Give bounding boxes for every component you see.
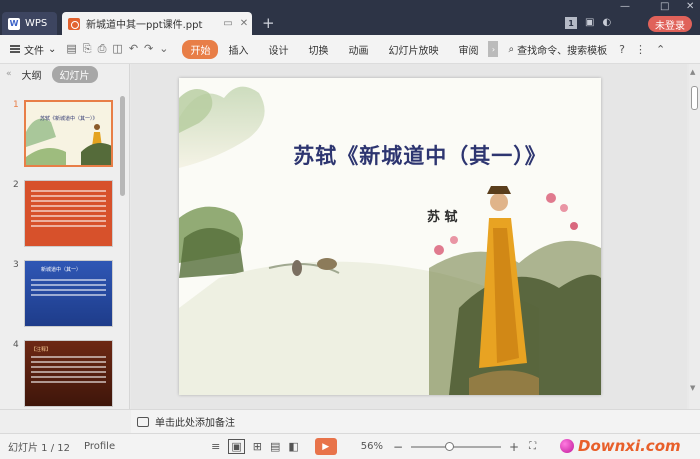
fit-window-icon[interactable]: ⛶ bbox=[529, 441, 536, 452]
play-slideshow-button[interactable]: ▶ bbox=[314, 438, 337, 455]
slide-canvas: 苏轼《新城道中（其一）》 苏 轼 bbox=[131, 64, 687, 409]
collapse-panel-icon[interactable]: « bbox=[6, 69, 12, 79]
tab-wps-home[interactable]: W WPS bbox=[2, 12, 57, 35]
print-icon[interactable]: ⎙ bbox=[98, 42, 107, 56]
thumbnail-caption: 【注释】 bbox=[31, 347, 52, 353]
thumbnail-image: 苏轼《新城道中（其一）》 bbox=[24, 100, 113, 167]
reading-view-icon[interactable]: ▤ bbox=[270, 440, 280, 453]
tab-slides[interactable]: 幻灯片 bbox=[51, 65, 98, 83]
hamburger-icon bbox=[10, 45, 20, 53]
new-tab-button[interactable]: + bbox=[262, 14, 275, 32]
print-preview-icon[interactable]: ◫ bbox=[112, 42, 122, 56]
thumbnail-image bbox=[24, 180, 113, 247]
thumbnail-number: 3 bbox=[13, 260, 19, 270]
close-tab-icon[interactable]: ✕ bbox=[236, 18, 252, 29]
slide-author[interactable]: 苏 轼 bbox=[427, 206, 458, 225]
zoom-out-button[interactable]: − bbox=[393, 440, 403, 454]
ppt-file-icon bbox=[68, 17, 80, 30]
login-button[interactable]: 未登录 bbox=[648, 16, 692, 32]
help-icon[interactable]: ? bbox=[619, 43, 625, 56]
title-bar: W WPS 新城道中其一ppt课件.ppt ▭ ✕ + — □ ✕ 1 ▣ ◐ … bbox=[0, 0, 700, 35]
watermark: Downxi.com bbox=[560, 434, 700, 458]
document-tab-title: 新城道中其一ppt课件.ppt bbox=[86, 20, 203, 31]
zoom-level[interactable]: 56% bbox=[361, 441, 383, 452]
slide-thumbnail-panel: « 大纲 幻灯片 1 苏轼《新城道中（其一）》 2 3 新城道中（其一） 4 【… bbox=[0, 64, 130, 427]
tab-outline[interactable]: 大纲 bbox=[22, 67, 42, 82]
more-options-icon[interactable]: ⋮ bbox=[635, 43, 646, 56]
slide-background-painting bbox=[179, 78, 601, 395]
panel-footer bbox=[0, 409, 131, 433]
undo-icon[interactable]: ↶ bbox=[129, 42, 138, 56]
export-icon[interactable]: ⎘ bbox=[83, 42, 92, 56]
file-menu-label: 文件 bbox=[24, 45, 44, 57]
ribbon-toolbar: 文件 ⌄ ▤ ⎘ ⎙ ◫ ↶ ↷ ⌄ 开始 插入 设计 切换 动画 幻灯片放映 … bbox=[0, 35, 700, 64]
thumbnail-number: 4 bbox=[13, 340, 19, 350]
tab-design[interactable]: 设计 bbox=[258, 42, 298, 57]
notes-icon bbox=[137, 416, 149, 427]
wps-logo-icon: W bbox=[8, 17, 20, 30]
thumbnail-caption: 新城道中（其一） bbox=[41, 267, 82, 273]
tab-animations[interactable]: 动画 bbox=[338, 42, 378, 57]
command-search[interactable]: ⌕ 查找命令、搜索模板 bbox=[508, 42, 607, 57]
slide-counter: 幻灯片 1 / 12 bbox=[8, 443, 70, 454]
zoom-in-button[interactable]: + bbox=[509, 440, 519, 454]
redo-icon[interactable]: ↷ bbox=[144, 42, 153, 56]
save-icon[interactable]: ▤ bbox=[66, 42, 76, 56]
thumbnail-number: 1 bbox=[13, 100, 19, 110]
presenter-view-icon[interactable]: ◧ bbox=[288, 440, 298, 453]
skin-icon[interactable]: ▣ bbox=[585, 17, 594, 29]
slide-sorter-icon[interactable]: ⊞ bbox=[253, 440, 262, 453]
collapse-ribbon-icon[interactable]: ⌃ bbox=[656, 43, 665, 56]
current-slide[interactable]: 苏轼《新城道中（其一）》 苏 轼 bbox=[179, 78, 601, 395]
close-window-icon[interactable]: ✕ bbox=[686, 1, 694, 12]
ribbon-scroll-right-icon[interactable]: › bbox=[488, 41, 499, 57]
wps-tab-label: WPS bbox=[25, 18, 48, 29]
maximize-icon[interactable]: □ bbox=[660, 1, 669, 12]
tab-review[interactable]: 审阅 bbox=[448, 42, 488, 57]
zoom-slider-knob[interactable] bbox=[444, 441, 454, 451]
more-chevron-icon[interactable]: ⌄ bbox=[159, 42, 168, 56]
shirt-icon[interactable]: ◐ bbox=[602, 17, 611, 29]
thumbnail-image: 【注释】 bbox=[24, 340, 113, 407]
zoom-slider[interactable] bbox=[411, 441, 502, 451]
tab-insert[interactable]: 插入 bbox=[218, 42, 258, 57]
file-menu-button[interactable]: 文件 ⌄ bbox=[10, 42, 56, 57]
normal-view-icon[interactable]: ▣ bbox=[228, 439, 245, 454]
profile-label[interactable]: Profile bbox=[84, 441, 115, 452]
scrollbar-thumb[interactable] bbox=[691, 86, 698, 110]
scroll-up-icon[interactable]: ▲ bbox=[690, 68, 695, 76]
window-count-badge[interactable]: 1 bbox=[565, 17, 577, 29]
notes-bar[interactable]: 单击此处添加备注 bbox=[131, 409, 700, 433]
minimize-icon[interactable]: — bbox=[620, 1, 630, 12]
thumbnail-caption: 苏轼《新城道中（其一）》 bbox=[40, 115, 98, 122]
tab-document[interactable]: 新城道中其一ppt课件.ppt ▭ ✕ bbox=[62, 12, 252, 35]
command-search-label: 查找命令、搜索模板 bbox=[517, 45, 608, 57]
watermark-logo-icon bbox=[560, 439, 574, 453]
tab-home[interactable]: 开始 bbox=[182, 39, 219, 59]
tab-pin-icon[interactable]: ▭ bbox=[220, 18, 236, 29]
search-icon: ⌕ bbox=[508, 43, 515, 55]
slide-title[interactable]: 苏轼《新城道中（其一）》 bbox=[179, 140, 601, 170]
scroll-down-icon[interactable]: ▼ bbox=[690, 384, 695, 392]
tab-transitions[interactable]: 切换 bbox=[298, 42, 338, 57]
thumbnail-scrollbar[interactable] bbox=[120, 96, 125, 196]
canvas-scrollbar[interactable]: ▲ ▼ bbox=[689, 64, 700, 409]
chevron-down-icon: ⌄ bbox=[48, 43, 57, 55]
thumbnail-image: 新城道中（其一） bbox=[24, 260, 113, 327]
watermark-text: Downxi.com bbox=[578, 437, 681, 455]
tab-slideshow[interactable]: 幻灯片放映 bbox=[378, 42, 448, 57]
notes-placeholder[interactable]: 单击此处添加备注 bbox=[155, 414, 235, 429]
thumbnail-number: 2 bbox=[13, 180, 19, 190]
notes-toggle-icon[interactable]: ≡ bbox=[211, 440, 220, 453]
